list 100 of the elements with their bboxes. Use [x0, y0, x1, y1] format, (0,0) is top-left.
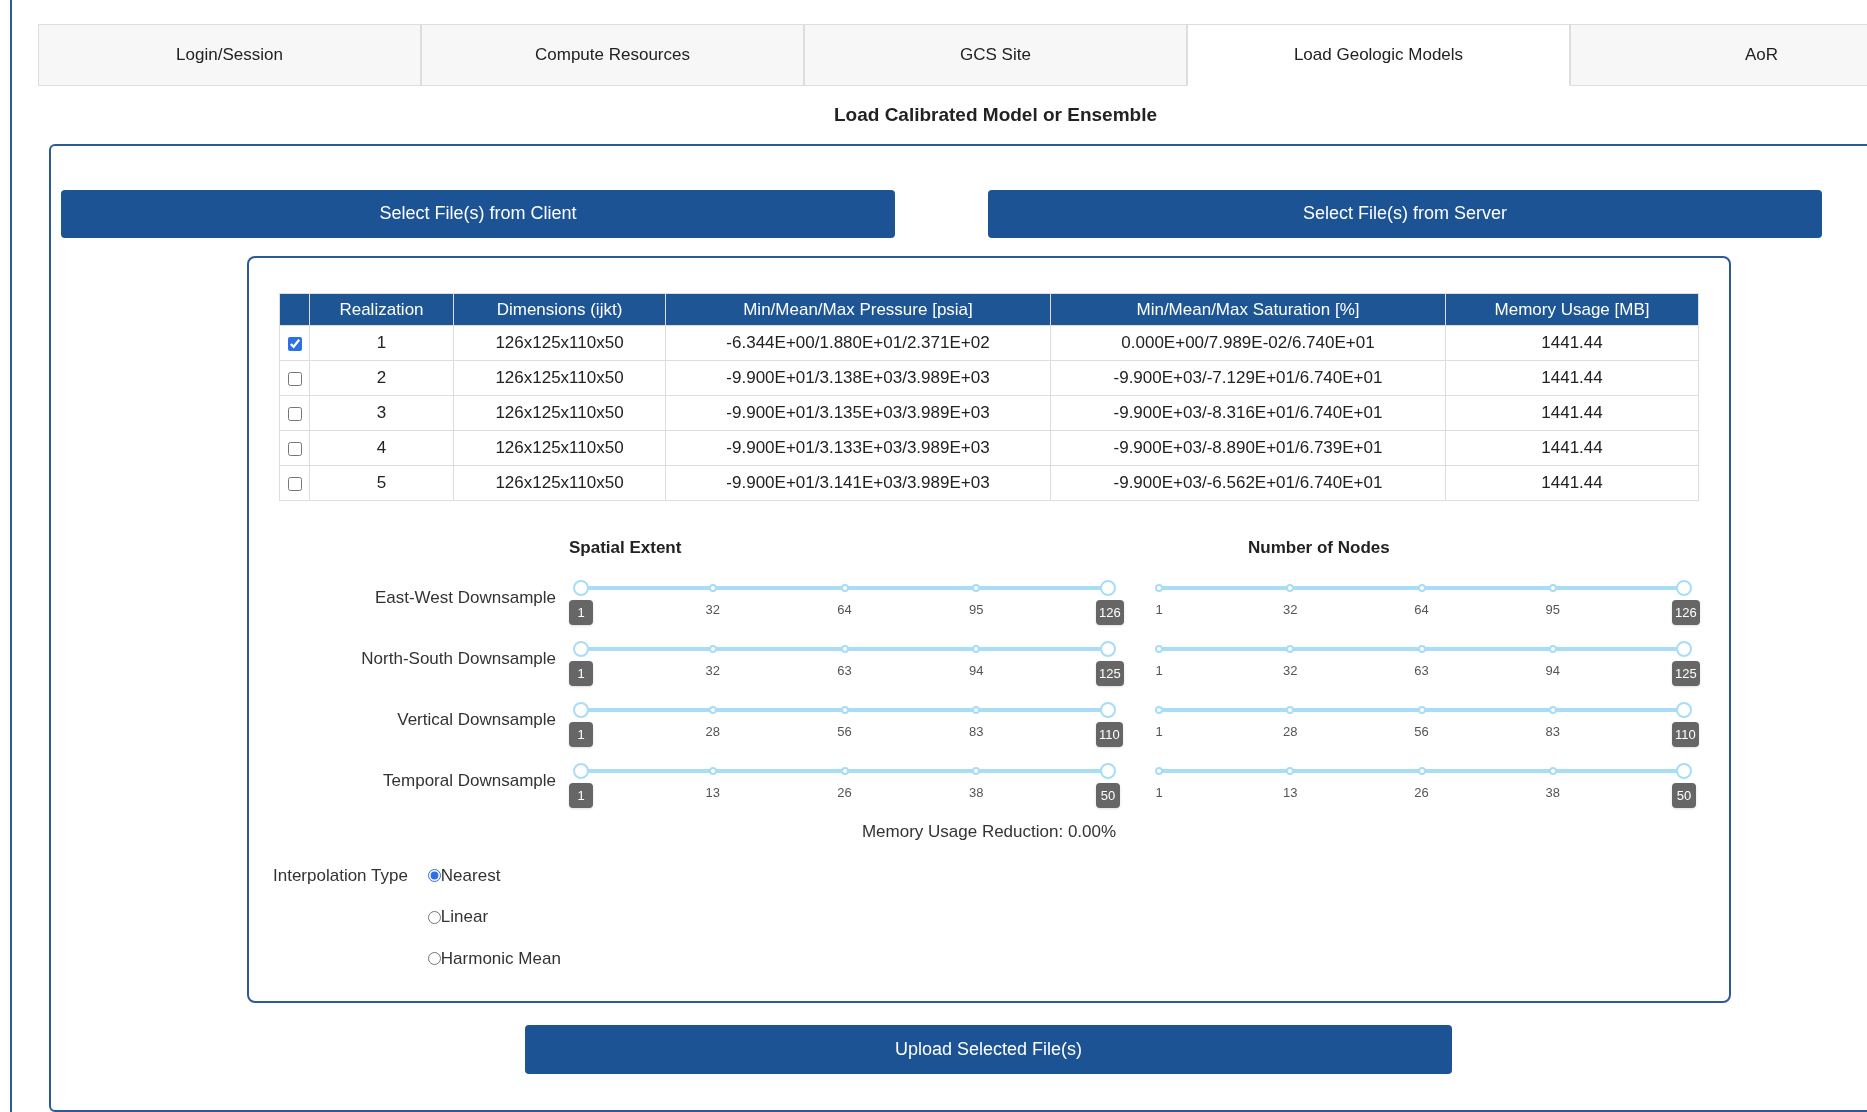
slider-thumb[interactable]: [1100, 763, 1116, 780]
table-cell: -9.900E+01/3.135E+03/3.989E+03: [665, 395, 1051, 431]
column-header: Dimensions (ijkt): [453, 293, 666, 326]
row-checkbox[interactable]: [287, 371, 302, 386]
table-cell: 126x125x110x50: [453, 395, 666, 431]
tick-label: 32: [1282, 601, 1299, 620]
table-cell: -9.900E+01/3.141E+03/3.989E+03: [665, 465, 1051, 501]
table-cell: 126x125x110x50: [453, 430, 666, 466]
value-badge: 1: [569, 600, 593, 626]
tick-label: 95: [968, 601, 985, 620]
table-cell: 1441.44: [1445, 325, 1699, 361]
slider-label: North-South Downsample: [361, 648, 556, 671]
row-checkbox[interactable]: [287, 441, 302, 456]
value-badge: 110: [1096, 722, 1123, 748]
tick-label: 32: [704, 662, 721, 681]
tab[interactable]: Compute Resources: [421, 24, 804, 86]
radio-label[interactable]: Harmonic Mean: [440, 946, 561, 972]
radio-button[interactable]: [427, 952, 441, 966]
value-badge: 50: [1672, 783, 1696, 809]
column-header: Min/Mean/Max Pressure [psia]: [665, 293, 1051, 326]
slider-thumb[interactable]: [573, 763, 589, 780]
tick-label: 26: [1413, 784, 1430, 803]
tick-label: 32: [704, 601, 721, 620]
table-cell: -9.900E+03/-8.890E+01/6.739E+01: [1050, 430, 1446, 466]
table-cell: -9.900E+01/3.133E+03/3.989E+03: [665, 430, 1051, 466]
section-heading: Number of Nodes: [1248, 538, 1390, 557]
tick-label: 94: [1544, 662, 1561, 681]
table-cell: 126x125x110x50: [453, 465, 666, 501]
radio-button[interactable]: [427, 869, 441, 883]
value-badge: 126: [1096, 600, 1124, 626]
value-badge: 125: [1672, 661, 1700, 687]
table-cell: 126x125x110x50: [453, 360, 666, 396]
tick-label: 32: [1282, 662, 1299, 681]
slider-thumb[interactable]: [1676, 702, 1692, 719]
slider-label: Temporal Downsample: [383, 770, 556, 793]
section-heading: Spatial Extent: [569, 538, 682, 557]
value-badge: 1: [569, 722, 593, 748]
section-title: Load Calibrated Model or Ensemble: [833, 102, 1158, 127]
value-badge: 1: [569, 661, 593, 687]
row-checkbox[interactable]: [287, 336, 302, 351]
value-badge: 126: [1672, 600, 1700, 626]
tick-label: 1: [1154, 662, 1164, 681]
table-cell: 5: [309, 465, 454, 501]
tab[interactable]: Login/Session: [38, 24, 421, 86]
tick-label: 26: [836, 784, 853, 803]
tab[interactable]: AoR: [1570, 24, 1867, 86]
table-cell: -9.900E+03/-8.316E+01/6.740E+01: [1050, 395, 1446, 431]
slider-thumb[interactable]: [573, 641, 589, 658]
table-cell: 1441.44: [1445, 430, 1699, 466]
select-files-button[interactable]: Select File(s) from Client: [61, 190, 895, 238]
select-files-button[interactable]: Select File(s) from Server: [988, 190, 1822, 238]
slider-thumb[interactable]: [1100, 702, 1116, 719]
tick-label: 38: [1544, 784, 1561, 803]
tick-label: 63: [836, 662, 853, 681]
tab[interactable]: GCS Site: [804, 24, 1187, 86]
slider-thumb[interactable]: [1676, 580, 1692, 597]
value-badge: 1: [569, 783, 593, 809]
table-cell: 0.000E+00/7.989E-02/6.740E+01: [1050, 325, 1446, 361]
tick-label: 83: [1544, 723, 1561, 742]
tick-label: 1: [1154, 723, 1164, 742]
tick-label: 56: [1413, 723, 1430, 742]
slider-label: East-West Downsample: [374, 587, 556, 610]
column-header: Memory Usage [MB]: [1445, 293, 1699, 326]
table-cell: -9.900E+03/-6.562E+01/6.740E+01: [1050, 465, 1446, 501]
tick-label: 1: [1154, 784, 1164, 803]
tick-label: 13: [704, 784, 721, 803]
table-cell: 126x125x110x50: [453, 325, 666, 361]
tick-label: 28: [1282, 723, 1299, 742]
slider-label: Vertical Downsample: [397, 709, 556, 732]
column-header: Realization: [309, 293, 454, 326]
tick-label: 94: [968, 662, 985, 681]
tick-label: 95: [1544, 601, 1561, 620]
memory-reduction-text: Memory Usage Reduction: 0.00%: [861, 821, 1117, 844]
row-checkbox[interactable]: [287, 406, 302, 421]
radio-label[interactable]: Linear: [440, 904, 489, 930]
tick-label: 83: [968, 723, 985, 742]
row-checkbox[interactable]: [287, 476, 302, 491]
slider-thumb[interactable]: [1676, 641, 1692, 658]
table-cell: -9.900E+03/-7.129E+01/6.740E+01: [1050, 360, 1446, 396]
radio-button[interactable]: [427, 910, 441, 924]
tick-label: 38: [968, 784, 985, 803]
slider-thumb[interactable]: [573, 702, 589, 719]
slider-thumb[interactable]: [1676, 763, 1692, 780]
upload-button[interactable]: Upload Selected File(s): [525, 1025, 1452, 1075]
slider-thumb[interactable]: [573, 580, 589, 597]
tick-label: 28: [704, 723, 721, 742]
tab[interactable]: Load Geologic Models: [1187, 24, 1570, 86]
slider-thumb[interactable]: [1100, 641, 1116, 658]
table-cell: 4: [309, 430, 454, 466]
tick-label: 63: [1413, 662, 1430, 681]
tick-label: 13: [1282, 784, 1299, 803]
radio-label[interactable]: Nearest: [440, 863, 501, 889]
slider-thumb[interactable]: [1100, 580, 1116, 597]
interpolation-label: Interpolation Type: [273, 865, 408, 887]
table-cell: -9.900E+01/3.138E+03/3.989E+03: [665, 360, 1051, 396]
table-cell: 1: [309, 325, 454, 361]
tick-label: 1: [1154, 601, 1164, 620]
value-badge: 110: [1672, 722, 1699, 748]
column-header: Min/Mean/Max Saturation [%]: [1050, 293, 1446, 326]
table-cell: 1441.44: [1445, 395, 1699, 431]
